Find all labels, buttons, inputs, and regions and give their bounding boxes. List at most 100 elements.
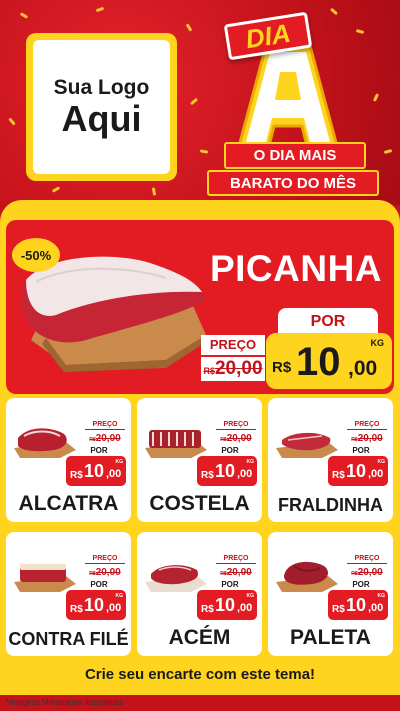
hero-price-int: 10: [296, 340, 341, 384]
product-card-acem[interactable]: PREÇO R$20,00 POR R$ 10 ,00 KG ACÉM: [137, 532, 262, 656]
por-label: POR: [352, 580, 370, 589]
price-int: 10: [84, 595, 105, 615]
product-card-paleta[interactable]: PREÇO R$20,00 POR R$ 10 ,00 KG PALETA: [268, 532, 393, 656]
currency: R$: [70, 470, 83, 481]
confetti: [95, 6, 105, 13]
disclaimer-text: *Imagens Meramente Ilustrativas: [6, 698, 123, 707]
confetti: [372, 93, 380, 102]
acem-image: [145, 565, 207, 592]
old-price-label: PREÇO: [85, 554, 125, 563]
price-cents: ,00: [368, 468, 384, 480]
old-price: R$20,00: [347, 563, 387, 578]
price-cents: ,00: [237, 468, 253, 480]
hero-por-label: POR: [278, 308, 378, 336]
old-price: R$20,00: [347, 429, 387, 444]
price-unit: KG: [246, 593, 255, 599]
price-int: 10: [84, 461, 105, 481]
price-tag: R$ 10 ,00 KG: [66, 456, 126, 486]
confetti: [383, 149, 393, 154]
confetti: [151, 187, 157, 196]
old-price-label: PREÇO: [216, 420, 256, 429]
confetti: [185, 23, 193, 32]
alcatra-image: [14, 428, 76, 458]
old-price-label: PREÇO: [347, 420, 387, 429]
old-price-value: 20,00: [95, 567, 121, 578]
confetti: [51, 186, 61, 193]
discount-badge: -50%: [12, 238, 60, 272]
confetti: [189, 97, 199, 106]
currency: R$: [201, 604, 214, 615]
hero-price-tag: R$ 10 ,00 KG: [266, 333, 392, 389]
cta-banner[interactable]: Crie seu encarte com este tema!: [10, 661, 390, 689]
price-unit: KG: [115, 459, 124, 465]
price-unit: KG: [377, 459, 386, 465]
confetti: [199, 149, 209, 154]
old-price: R$20,00: [216, 563, 256, 578]
price-int: 10: [346, 461, 367, 481]
paleta-image: [276, 561, 338, 592]
logo-line-1: Sua Logo: [53, 76, 150, 100]
product-card-alcatra[interactable]: PREÇO R$20,00 POR R$ 10 ,00 KG ALCATRA: [6, 398, 131, 522]
price-unit: KG: [246, 459, 255, 465]
hero-product-name: PICANHA: [209, 248, 383, 289]
old-price-value: 20,00: [226, 567, 252, 578]
price-tag: R$ 10 ,00 KG: [328, 456, 388, 486]
price-unit: KG: [115, 593, 124, 599]
price-int: 10: [215, 461, 236, 481]
currency: R$: [332, 604, 345, 615]
logo-inner: Sua Logo Aqui: [33, 40, 170, 174]
price-int: 10: [346, 595, 367, 615]
price-tag: R$ 10 ,00 KG: [328, 590, 388, 620]
product-card-costela[interactable]: PREÇO R$20,00 POR R$ 10 ,00 KG COSTELA: [137, 398, 262, 522]
logo-line-2: Aqui: [61, 98, 142, 140]
product-name: COSTELA: [149, 492, 250, 515]
price-cents: ,00: [106, 602, 122, 614]
old-price: R$20,00: [85, 429, 125, 444]
product-name: ACÉM: [168, 626, 231, 649]
currency: R$: [332, 470, 345, 481]
por-label: POR: [221, 446, 239, 455]
product-card-contra-file[interactable]: PREÇO R$20,00 POR R$ 10 ,00 KG CONTRA FI…: [6, 532, 131, 656]
logo-placeholder[interactable]: Sua Logo Aqui: [26, 33, 177, 181]
price-tag: R$ 10 ,00 KG: [197, 456, 257, 486]
currency: R$: [70, 604, 83, 615]
confetti: [8, 117, 16, 126]
product-name: ALCATRA: [18, 492, 119, 515]
costela-image: [145, 430, 207, 458]
hero-old-price-value: 20,00: [214, 358, 263, 379]
price-cents: ,00: [368, 602, 384, 614]
big-letter-a-icon: A: [236, 44, 340, 152]
campaign-ribbon-2: BARATO DO MÊS: [207, 170, 379, 196]
product-name: CONTRA FILÉ: [8, 629, 129, 649]
confetti: [355, 29, 365, 34]
price-unit: KG: [377, 593, 386, 599]
product-name: FRALDINHA: [278, 495, 383, 515]
old-price-value: 20,00: [226, 433, 252, 444]
old-price-label: PREÇO: [347, 554, 387, 563]
por-label: POR: [90, 580, 108, 589]
hero-old-price: R$20,00: [201, 357, 265, 381]
confetti: [329, 7, 339, 16]
por-label: POR: [90, 446, 108, 455]
por-label: POR: [352, 446, 370, 455]
old-price-value: 20,00: [95, 433, 121, 444]
campaign-ribbon-1: O DIA MAIS: [224, 142, 366, 169]
hero-price-cents: ,00: [348, 357, 378, 380]
currency: R$: [201, 470, 214, 481]
old-price-value: 20,00: [357, 433, 383, 444]
old-price-label: PREÇO: [216, 554, 256, 563]
contra-file-image: [14, 564, 76, 592]
fraldinha-image: [276, 432, 338, 458]
hero-old-price-label: PREÇO: [201, 335, 265, 355]
hero-old-currency: R$: [203, 366, 215, 376]
price-int: 10: [215, 595, 236, 615]
por-label: POR: [221, 580, 239, 589]
campaign-header: Sua Logo Aqui A DIA O DIA MAIS BARATO DO…: [0, 0, 400, 205]
product-card-fraldinha[interactable]: PREÇO R$20,00 POR R$ 10 ,00 KG FRALDINHA: [268, 398, 393, 522]
price-tag: R$ 10 ,00 KG: [66, 590, 126, 620]
price-cents: ,00: [237, 602, 253, 614]
product-name: PALETA: [290, 626, 371, 649]
old-price: R$20,00: [85, 563, 125, 578]
old-price: R$20,00: [216, 429, 256, 444]
hero-price-unit: KG: [370, 338, 385, 348]
